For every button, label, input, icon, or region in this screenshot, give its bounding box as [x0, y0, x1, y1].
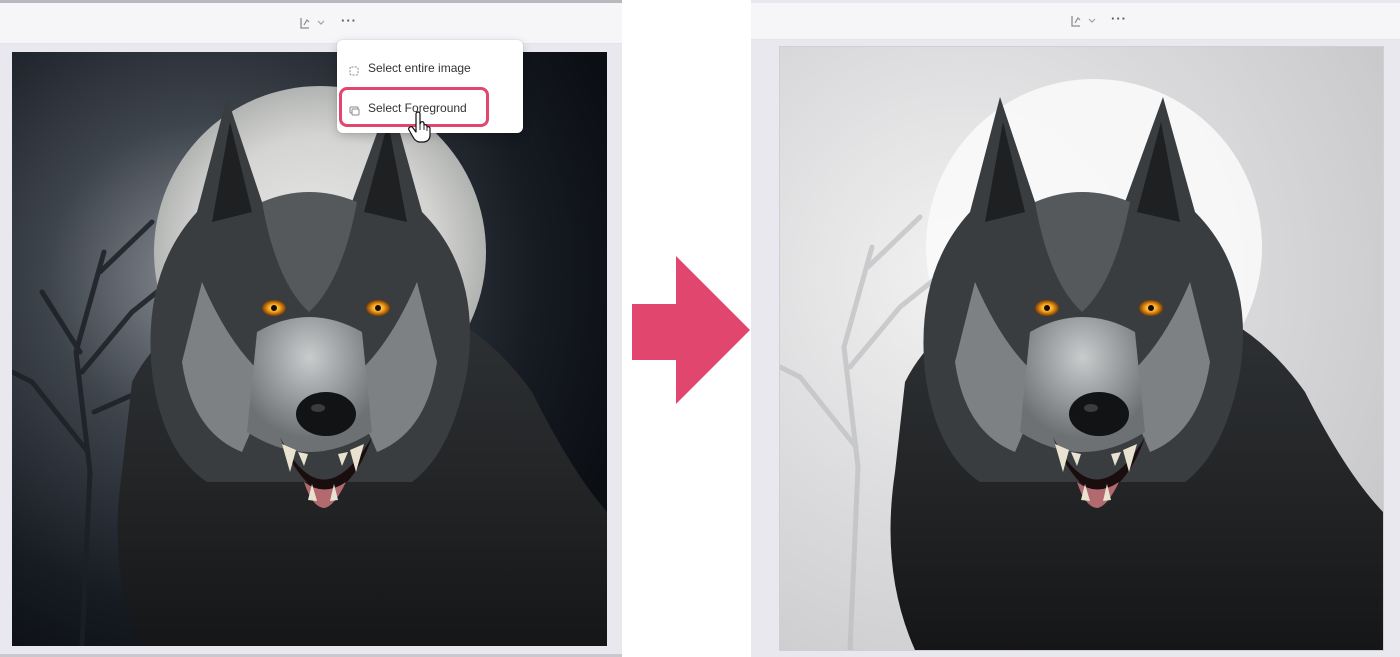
menu-item-select-entire-image[interactable]: Select entire image [337, 54, 523, 82]
menu-item-label: Select entire image [368, 61, 471, 75]
more-options-button[interactable]: ··· [341, 14, 357, 28]
wolf-image-original[interactable] [12, 52, 607, 646]
editor-after-panel: ··· [751, 0, 1400, 657]
toolbar: ··· [0, 3, 622, 44]
more-options-button[interactable]: ··· [1111, 12, 1127, 26]
ai-select-icon[interactable] [298, 16, 312, 33]
chevron-down-icon[interactable] [1088, 14, 1096, 28]
arrow-right-icon [632, 256, 750, 404]
editor-before-panel: ··· Select entire image Select Foregroun… [0, 0, 622, 657]
ai-select-icon[interactable] [1069, 14, 1083, 31]
wolf-image-foreground-selected[interactable] [779, 46, 1384, 651]
select-all-icon [349, 63, 359, 76]
toolbar: ··· [751, 3, 1400, 40]
hand-cursor-icon [408, 111, 431, 143]
chevron-down-icon[interactable] [317, 16, 325, 30]
